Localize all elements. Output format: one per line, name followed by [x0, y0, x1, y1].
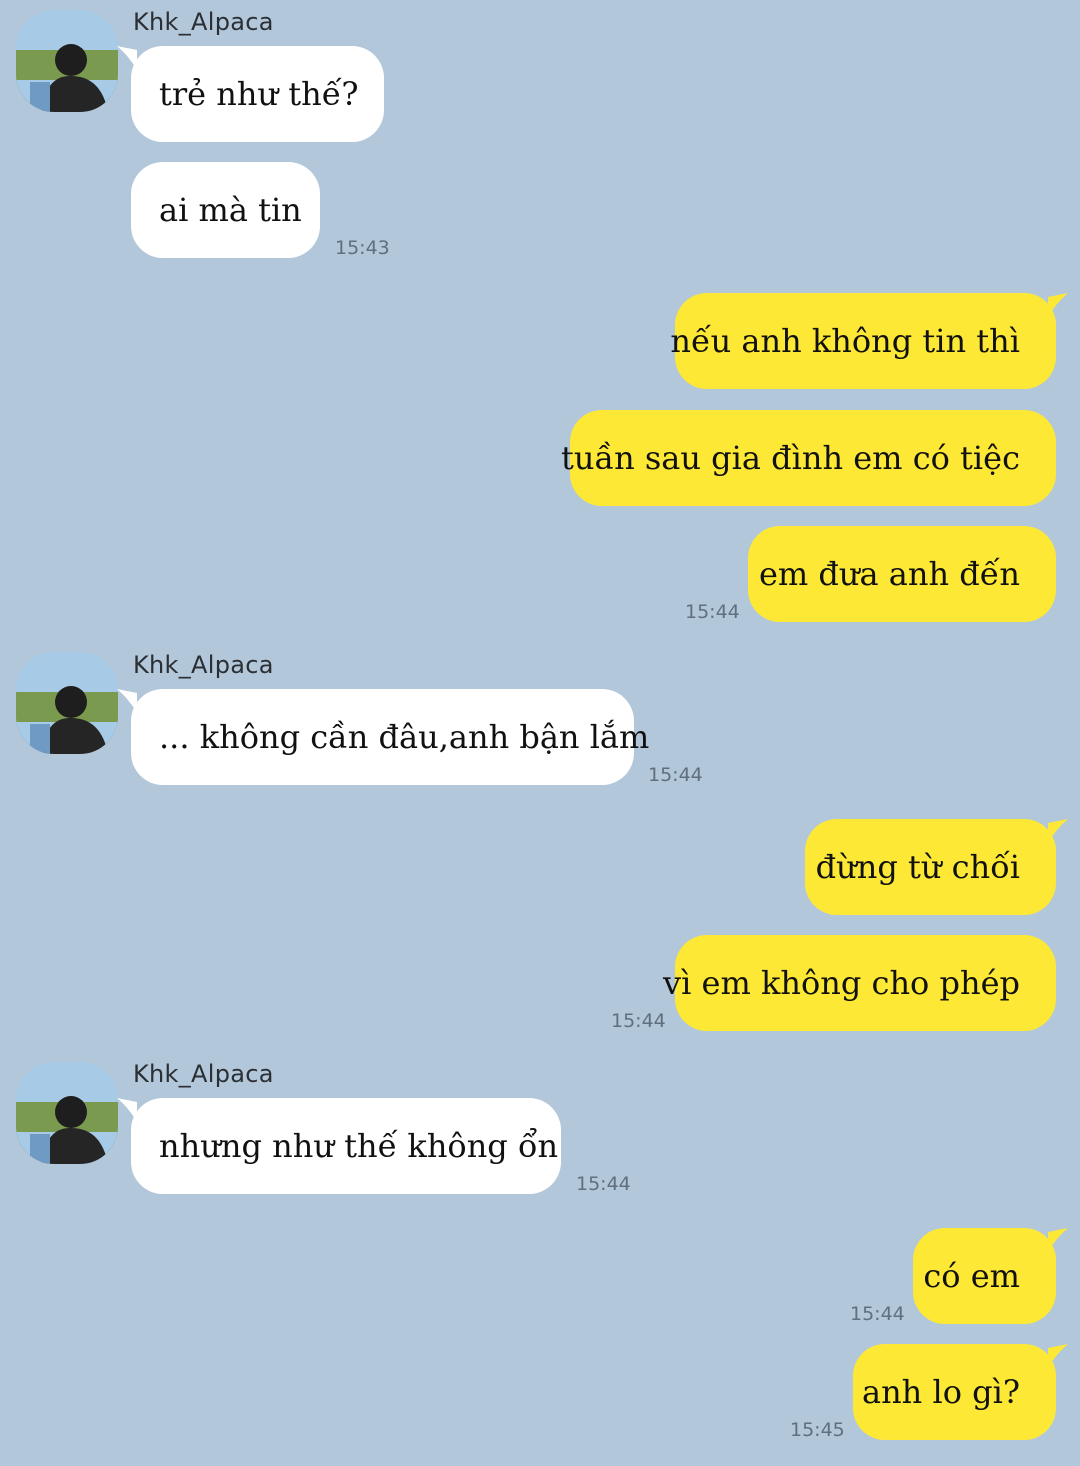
message-text: có em [923, 1257, 1020, 1295]
avatar[interactable] [16, 10, 118, 112]
sender-name: Khk_Alpaca [133, 8, 274, 36]
message-timestamp: 15:44 [648, 764, 703, 786]
message-text: em đưa anh đến [758, 555, 1020, 593]
message-bubble-outgoing[interactable]: đừng từ chối [805, 819, 1068, 915]
message-bubble-outgoing[interactable]: anh lo gì? [853, 1344, 1068, 1440]
message-timestamp: 15:44 [611, 1010, 666, 1032]
bubble-tail-icon [117, 46, 137, 70]
message-timestamp: 15:45 [790, 1419, 845, 1441]
bubble-tail-icon [1048, 293, 1068, 317]
message-bubble-outgoing[interactable]: vì em không cho phép [663, 935, 1056, 1031]
message-timestamp: 15:44 [685, 601, 740, 623]
message-bubble-outgoing[interactable]: em đưa anh đến [748, 526, 1056, 622]
message-text: vì em không cho phép [663, 964, 1020, 1002]
message-text: ai mà tin [159, 191, 302, 229]
bubble-tail-icon [1048, 819, 1068, 843]
message-timestamp: 15:44 [576, 1173, 631, 1195]
message-bubble-incoming[interactable]: trẻ như thế? [117, 46, 384, 142]
message-timestamp: 15:44 [850, 1303, 905, 1325]
message-bubble-incoming[interactable]: nhưng như thế không ổn [117, 1098, 561, 1194]
message-bubble-outgoing[interactable]: nếu anh không tin thì [670, 293, 1068, 389]
avatar[interactable] [16, 652, 118, 754]
bubble-tail-icon [1048, 1344, 1068, 1368]
message-bubble-incoming[interactable]: ai mà tin [131, 162, 320, 258]
sender-name: Khk_Alpaca [133, 651, 274, 679]
sender-name: Khk_Alpaca [133, 1060, 274, 1088]
message-text: trẻ như thế? [159, 75, 359, 113]
bubble-tail-icon [1048, 1228, 1068, 1252]
message-text: anh lo gì? [861, 1373, 1020, 1411]
message-text: đừng từ chối [815, 848, 1020, 886]
bubble-tail-icon [117, 1098, 137, 1122]
message-bubble-incoming[interactable]: ... không cần đâu,anh bận lắm [117, 689, 649, 785]
message-bubble-outgoing[interactable]: có em [913, 1228, 1068, 1324]
message-text: ... không cần đâu,anh bận lắm [159, 718, 650, 756]
message-timestamp: 15:43 [335, 237, 390, 259]
message-bubble-outgoing[interactable]: tuần sau gia đình em có tiệc [561, 410, 1056, 506]
message-text: nếu anh không tin thì [670, 322, 1020, 360]
message-text: tuần sau gia đình em có tiệc [561, 439, 1020, 477]
avatar[interactable] [16, 1062, 118, 1164]
message-text: nhưng như thế không ổn [159, 1127, 559, 1165]
bubble-tail-icon [117, 689, 137, 713]
